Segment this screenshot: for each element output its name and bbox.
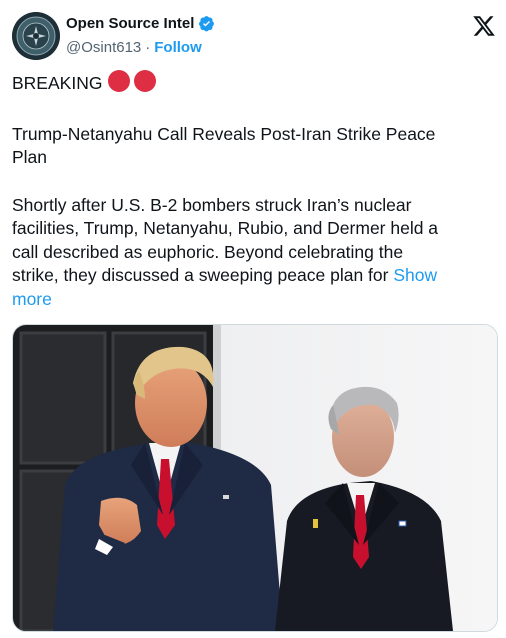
post-text: BREAKING Trump-Netanyahu Call Reveals Po…	[12, 70, 494, 311]
body-line-4: strike, they discussed a sweeping peace …	[12, 265, 389, 285]
photo-illustration	[13, 325, 497, 631]
avatar-emblem-icon	[12, 12, 60, 60]
headline-line-2: Plan	[12, 147, 48, 167]
body-line-3: call described as euphoric. Beyond celeb…	[12, 241, 404, 262]
avatar[interactable]	[12, 12, 60, 60]
breaking-label: BREAKING	[12, 73, 103, 93]
post-image[interactable]	[12, 324, 498, 632]
body-line-1: Shortly after U.S. B-2 bombers struck Ir…	[12, 194, 412, 215]
name-row: Open Source Intel	[66, 15, 215, 32]
verified-badge-icon	[199, 16, 215, 32]
follow-button[interactable]: Follow	[154, 39, 202, 56]
separator: ·	[145, 39, 151, 56]
x-logo-icon[interactable]	[472, 14, 496, 38]
show-more-link-cont[interactable]: more	[12, 288, 494, 312]
red-circle-icon	[134, 70, 157, 92]
handle-row: @Osint613 · Follow	[66, 39, 202, 56]
body-line-4-wrapper: strike, they discussed a sweeping peace …	[12, 264, 494, 288]
display-name[interactable]: Open Source Intel	[66, 15, 194, 32]
red-circle-icon	[108, 70, 131, 92]
handle[interactable]: @Osint613	[66, 39, 141, 56]
breaking-line: BREAKING	[12, 70, 494, 99]
headline-line-1: Trump-Netanyahu Call Reveals Post-Iran S…	[12, 123, 436, 144]
red-circle-emoji-group	[108, 70, 160, 99]
body-line-2: facilities, Trump, Netanyahu, Rubio, and…	[12, 218, 439, 238]
show-more-link[interactable]: Show	[393, 265, 437, 285]
post-header: Open Source Intel @Osint613 · Follow	[12, 12, 496, 62]
